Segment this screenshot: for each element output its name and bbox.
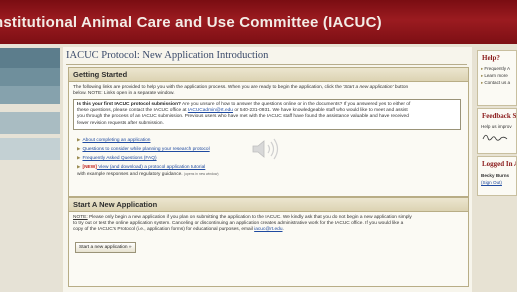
nav-tab-1[interactable] bbox=[0, 48, 60, 68]
arrow-bullet-icon: ▶ bbox=[77, 155, 81, 160]
intro-text-part-3: below. NOTE: Links open in a separate wi… bbox=[73, 91, 175, 97]
start-new-application-panel: Start A New Application NOTE: Please onl… bbox=[68, 197, 469, 287]
start-new-heading: Start A New Application bbox=[69, 198, 468, 212]
link-label[interactable]: Frequently Asked Questions (FAQ) bbox=[82, 156, 156, 161]
help-link-label[interactable]: Frequently A bbox=[484, 66, 510, 71]
help-box: Help? ▸Frequently A ▸Learn more ▸Contact… bbox=[477, 50, 517, 106]
callout-text-5: fewer revision requests after submission… bbox=[77, 120, 164, 126]
nav-divider bbox=[0, 104, 60, 112]
arrow-bullet-icon: ▶ bbox=[77, 137, 81, 142]
note-text-3: copy of the IACUC's Protocol (i.e., appl… bbox=[73, 227, 255, 233]
nav-tab-4[interactable] bbox=[0, 112, 60, 134]
help-link-label[interactable]: Contact us a bbox=[484, 80, 510, 85]
link-faq[interactable]: ▶ Frequently Asked Questions (FAQ) bbox=[77, 155, 157, 161]
note-text-1: Please only begin a new application if y… bbox=[87, 215, 412, 220]
help-link-learn[interactable]: ▸Learn more bbox=[478, 72, 516, 79]
logged-in-heading: Logged In A bbox=[482, 160, 517, 168]
user-name: Becky Burns bbox=[481, 173, 510, 178]
arrow-bullet-icon: ▶ bbox=[77, 164, 81, 169]
help-heading: Help? bbox=[482, 54, 500, 62]
tutorial-link[interactable]: View (and download) a protocol applicati… bbox=[97, 165, 205, 170]
iacuc-email-link[interactable]: iacuc@rt.edu bbox=[254, 227, 282, 232]
site-title: nstitutional Animal Care and Use Committ… bbox=[0, 14, 382, 31]
first-submission-callout: Is this your first IACUC protocol submis… bbox=[73, 99, 461, 130]
help-link-faq[interactable]: ▸Frequently A bbox=[478, 65, 516, 72]
tutorial-subtext-note: (opens in new window) bbox=[183, 172, 219, 176]
page-title: IACUC Protocol: New Application Introduc… bbox=[66, 50, 269, 61]
intro-text-part-1: The following links are provided to help… bbox=[73, 85, 344, 90]
link-questions-planning[interactable]: ▶ Questions to consider while planning yo… bbox=[77, 146, 210, 152]
new-badge: [NEW] bbox=[82, 165, 97, 170]
arrow-bullet-icon: ▸ bbox=[481, 80, 484, 85]
getting-started-heading: Getting Started bbox=[69, 68, 468, 82]
right-sidebar: Help? ▸Frequently A ▸Learn more ▸Contact… bbox=[477, 44, 517, 292]
intro-text-emphasis: 'Start a new application' bbox=[343, 85, 394, 90]
note-end: . bbox=[282, 227, 284, 233]
nav-tab-3[interactable] bbox=[0, 86, 60, 104]
link-about-completing[interactable]: ▶ About completing an application bbox=[77, 137, 150, 143]
sign-out-link[interactable]: (Sign Out) bbox=[478, 179, 516, 186]
nav-tab-2[interactable] bbox=[0, 68, 60, 86]
intro-text: The following links are provided to help… bbox=[73, 85, 463, 97]
left-navigation bbox=[0, 44, 60, 292]
tutorial-subtext-main: with example responses and regulatory gu… bbox=[77, 172, 183, 177]
arrow-bullet-icon: ▸ bbox=[481, 73, 484, 78]
nav-tab-5[interactable] bbox=[0, 138, 60, 160]
note-label: NOTE: bbox=[73, 215, 88, 220]
link-label[interactable]: About completing an application bbox=[82, 138, 150, 143]
getting-started-panel: Getting Started The following links are … bbox=[68, 67, 469, 197]
note-text-2: to try out or test the online applicatio… bbox=[73, 221, 404, 227]
callout-text-2: these questions, please contact the IACU… bbox=[77, 108, 188, 114]
link-tutorial[interactable]: ▶ [NEW] View (and download) a protocol ap… bbox=[77, 164, 205, 170]
arrow-bullet-icon: ▶ bbox=[77, 146, 81, 151]
callout-text-4: you through the process of an IACUC subm… bbox=[77, 114, 409, 120]
speaker-icon[interactable] bbox=[250, 137, 280, 161]
help-link-contact[interactable]: ▸Contact us a bbox=[478, 79, 516, 86]
feedback-text: Help us improv bbox=[481, 124, 512, 129]
feedback-heading: Feedback S bbox=[482, 112, 517, 120]
title-divider bbox=[66, 64, 467, 65]
logged-in-box: Logged In A Becky Burns (Sign Out) bbox=[477, 156, 517, 196]
callout-text-3: or 540-231-0931. We have knowledgeable s… bbox=[232, 108, 408, 114]
start-new-note: NOTE: Please only begin a new applicatio… bbox=[73, 215, 465, 234]
feedback-box: Feedback S Help us improv bbox=[477, 108, 517, 154]
help-link-label[interactable]: Learn more bbox=[484, 73, 508, 78]
callout-text-1: Are you unsure of how to answer the ques… bbox=[180, 102, 411, 107]
signature-icon[interactable] bbox=[481, 131, 511, 143]
main-content: IACUC Protocol: New Application Introduc… bbox=[63, 47, 472, 292]
intro-text-part-2: button bbox=[393, 85, 409, 90]
start-new-application-button[interactable]: Start a new application » bbox=[75, 242, 136, 253]
site-banner: nstitutional Animal Care and Use Committ… bbox=[0, 0, 517, 44]
link-label[interactable]: Questions to consider while planning you… bbox=[82, 147, 209, 152]
iacuc-admin-email-link[interactable]: IACUCadmin@rt.edu bbox=[188, 108, 233, 113]
tutorial-subtext: with example responses and regulatory gu… bbox=[77, 172, 218, 177]
callout-question: Is this your first IACUC protocol submis… bbox=[77, 102, 181, 107]
arrow-bullet-icon: ▸ bbox=[481, 66, 484, 71]
